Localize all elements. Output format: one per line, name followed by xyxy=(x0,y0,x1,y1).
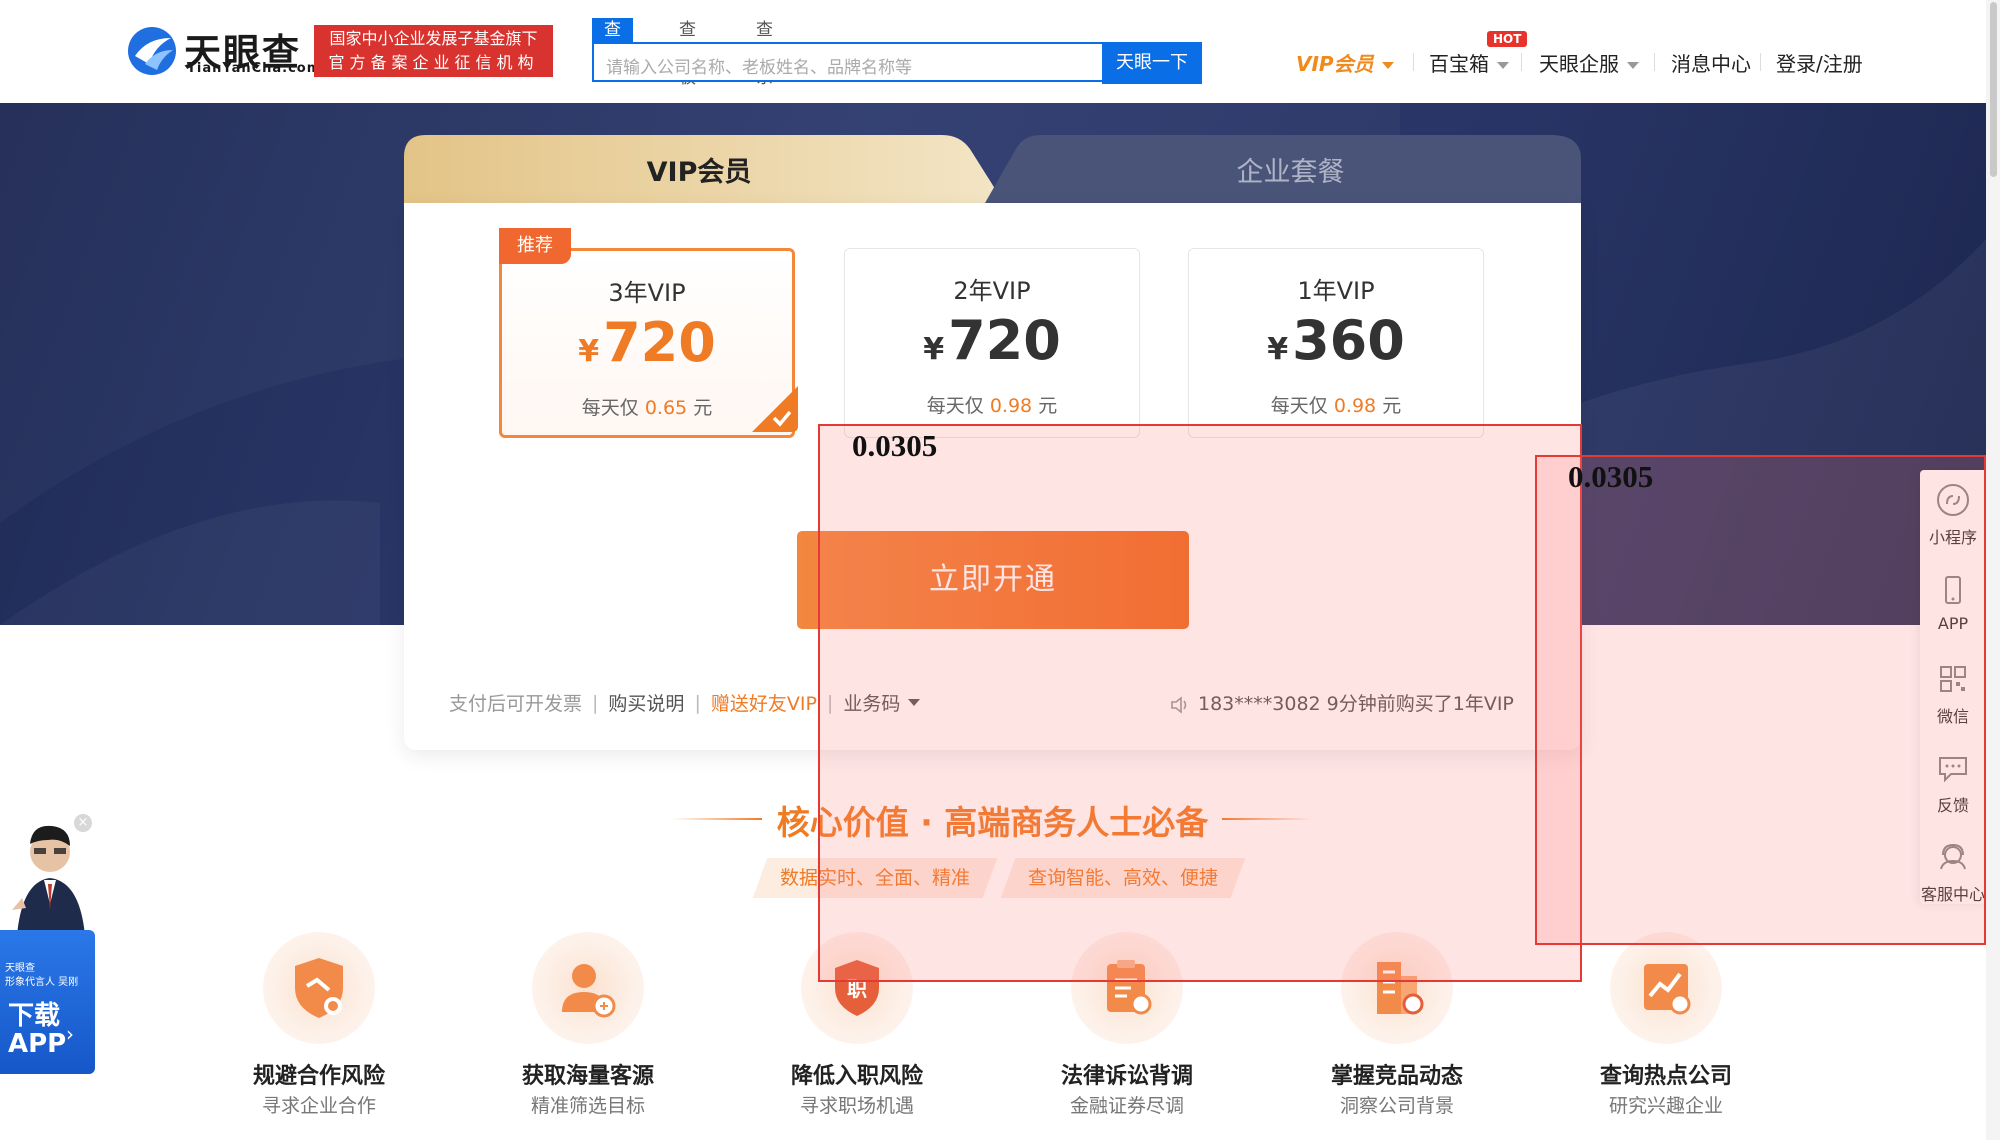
chevron-down-icon xyxy=(1381,62,1394,69)
search-input[interactable]: 请输入公司名称、老板姓名、品牌名称等 xyxy=(592,42,1102,82)
plan-daily-price: 每天仅 0.65 元 xyxy=(581,397,713,419)
nav-divider xyxy=(1521,53,1522,71)
tab-search-company[interactable]: 查公司 xyxy=(592,18,633,88)
plan-name: 3年VIP xyxy=(608,279,686,307)
chevron-down-icon xyxy=(1497,62,1509,69)
plan-daily-price: 每天仅 0.98 元 xyxy=(1270,395,1402,417)
plan-card-2yr[interactable]: 2年VIP ¥720 每天仅 0.98 元 xyxy=(844,248,1140,438)
app-ad-caption: 天眼查 形象代言人 吴刚 xyxy=(5,962,93,990)
tab-search-boss[interactable]: 查老板 xyxy=(667,18,708,88)
close-icon[interactable]: × xyxy=(74,814,92,832)
plan-price: ¥720 xyxy=(923,309,1061,372)
nav-divider xyxy=(1413,53,1414,71)
app-ad-brand: 天眼查 xyxy=(5,963,35,974)
feature-subtitle: 寻求企业合作 xyxy=(261,1095,376,1117)
plan-card-1yr[interactable]: 1年VIP ¥360 每天仅 0.98 元 xyxy=(1188,248,1484,438)
feature-title: 规避合作风险 xyxy=(252,1064,385,1089)
selected-check-icon xyxy=(752,386,798,432)
nav-vip-label: VIP会员 xyxy=(1296,52,1374,76)
feature-title: 掌握竞品动态 xyxy=(1330,1064,1463,1089)
nav-vip[interactable]: VIP会员 xyxy=(1296,48,1394,77)
hot-badge: HOT xyxy=(1487,31,1528,47)
plan-card-3yr[interactable]: 3年VIP ¥720 每天仅 0.65 元 xyxy=(499,248,795,438)
plan-daily-price: 每天仅 0.98 元 xyxy=(926,395,1058,417)
plan-price: ¥720 xyxy=(578,311,716,374)
feature-subtitle: 金融证券尽调 xyxy=(1069,1095,1184,1117)
tab-enterprise[interactable]: 企业套餐 xyxy=(1000,150,1581,189)
nav-enterprise[interactable]: 天眼企服 xyxy=(1539,48,1639,77)
detection-box xyxy=(818,424,1582,982)
scrollbar-thumb[interactable] xyxy=(1990,2,1997,177)
feature-title: 获取海量客源 xyxy=(521,1064,654,1089)
feature-subtitle: 寻求职场机遇 xyxy=(799,1095,914,1117)
tab-vip[interactable]: VIP会员 xyxy=(404,150,994,189)
detection-box-label: 0.0305 xyxy=(1568,459,1654,494)
gift-vip-link[interactable]: 赠送好友VIP xyxy=(711,693,817,715)
app-ad-spokesperson: 形象代言人 吴刚 xyxy=(5,977,79,988)
recommend-badge: 推荐 xyxy=(499,228,571,264)
logo-domain: TianYanCha.com xyxy=(187,61,322,76)
download-label-app: APP xyxy=(8,1029,67,1059)
nav-toolbox-label: 百宝箱 xyxy=(1429,52,1489,76)
trend-search-icon xyxy=(1610,932,1722,1044)
nav-login[interactable]: 登录/注册 xyxy=(1776,48,1863,77)
nav-enterprise-label: 天眼企服 xyxy=(1539,52,1619,76)
download-label: 下载 xyxy=(8,1001,61,1031)
chevron-down-icon xyxy=(1627,62,1639,69)
nav-toolbox[interactable]: 百宝箱 xyxy=(1429,48,1509,77)
nav-messages[interactable]: 消息中心 xyxy=(1671,48,1751,77)
plan-price: ¥360 xyxy=(1267,309,1405,372)
feature-subtitle: 精准筛选目标 xyxy=(530,1095,645,1117)
tab-search-relation[interactable]: 查关系 xyxy=(744,18,785,88)
plan-name: 1年VIP xyxy=(1297,277,1375,305)
gov-badge-line2: 官方备案企业征信机构 xyxy=(328,53,539,72)
feature-title: 查询热点公司 xyxy=(1599,1064,1732,1089)
feature-title: 降低入职风险 xyxy=(790,1064,923,1089)
purchase-instructions-link[interactable]: 购买说明 xyxy=(608,693,684,715)
tianyancha-logo-icon[interactable] xyxy=(125,24,179,78)
download-app-button[interactable]: 下载 APP xyxy=(8,1002,68,1058)
plan-name: 2年VIP xyxy=(953,277,1031,305)
shield-handshake-icon xyxy=(263,932,375,1044)
invoice-note: 支付后可开发票 xyxy=(449,693,583,715)
search-button[interactable]: 天眼一下 xyxy=(1102,42,1202,84)
chevron-right-icon: › xyxy=(66,1022,74,1046)
detection-box-label: 0.0305 xyxy=(852,428,938,463)
nav-divider xyxy=(1654,53,1655,71)
feature-title: 法律诉讼背调 xyxy=(1060,1064,1193,1089)
gov-badge: 国家中小企业发展子基金旗下 官方备案企业征信机构 xyxy=(314,25,553,77)
feature-subtitle: 研究兴趣企业 xyxy=(1608,1095,1723,1117)
gov-badge-line1: 国家中小企业发展子基金旗下 xyxy=(329,29,538,48)
detection-box xyxy=(1535,455,1986,945)
user-search-icon xyxy=(532,932,644,1044)
nav-divider xyxy=(1760,53,1761,71)
feature-subtitle: 洞察公司背景 xyxy=(1339,1095,1454,1117)
